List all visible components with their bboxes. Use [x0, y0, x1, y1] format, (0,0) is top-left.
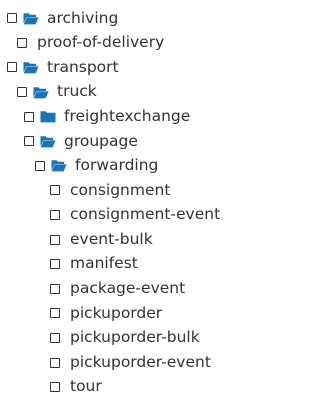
tree-item-truck[interactable]: truck	[0, 80, 269, 105]
tree-item-proof-of-delivery[interactable]: proof-of-delivery	[0, 31, 269, 56]
tree-item-label: archiving	[47, 8, 119, 27]
tree-item-pickuporder-bulk[interactable]: pickuporder-bulk	[0, 326, 269, 351]
tree-item-label: package-event	[70, 279, 186, 298]
tree-item-package-event[interactable]: package-event	[0, 277, 269, 302]
file-tree: archiving proof-of-delivery transport truck…	[0, 6, 269, 400]
tree-item-tour[interactable]: tour	[0, 375, 269, 400]
folder-open-icon	[23, 12, 39, 25]
checkbox[interactable]	[17, 37, 27, 48]
tree-item-label: transport	[47, 57, 119, 76]
tree-item-label: pickuporder-bulk	[70, 328, 200, 347]
checkbox[interactable]	[50, 259, 60, 270]
tree-item-label: event-bulk	[70, 229, 153, 248]
folder-closed-icon	[40, 110, 56, 123]
folder-open-icon	[51, 159, 67, 172]
checkbox[interactable]	[24, 111, 34, 122]
tree-item-manifest[interactable]: manifest	[0, 252, 269, 277]
tree-item-archiving[interactable]: archiving	[0, 6, 269, 31]
tree-item-label: pickuporder-event	[70, 352, 211, 371]
folder-open-icon	[33, 86, 49, 99]
tree-item-label: consignment	[70, 180, 171, 199]
tree-item-consignment-event[interactable]: consignment-event	[0, 203, 269, 228]
tree-item-transport[interactable]: transport	[0, 55, 269, 80]
tree-item-label: tour	[70, 377, 102, 396]
tree-item-consignment[interactable]: consignment	[0, 178, 269, 203]
tree-item-forwarding[interactable]: forwarding	[0, 154, 269, 179]
checkbox[interactable]	[7, 13, 17, 24]
tree-item-label: freightexchange	[64, 106, 191, 125]
checkbox[interactable]	[50, 357, 60, 368]
checkbox[interactable]	[50, 382, 60, 393]
checkbox[interactable]	[50, 283, 60, 294]
tree-item-label: groupage	[64, 131, 138, 150]
checkbox[interactable]	[50, 308, 60, 319]
tree-item-groupage[interactable]: groupage	[0, 129, 269, 154]
checkbox[interactable]	[17, 87, 27, 98]
tree-item-pickuporder[interactable]: pickuporder	[0, 301, 269, 326]
checkbox[interactable]	[50, 210, 60, 221]
tree-item-label: truck	[57, 82, 97, 101]
tree-item-label: consignment-event	[70, 205, 221, 224]
checkbox[interactable]	[7, 62, 17, 73]
checkbox[interactable]	[50, 234, 60, 245]
tree-item-label: pickuporder	[70, 303, 163, 322]
checkbox[interactable]	[24, 136, 34, 147]
tree-item-label: manifest	[70, 254, 138, 273]
tree-item-label: proof-of-delivery	[37, 33, 165, 52]
checkbox[interactable]	[50, 333, 60, 344]
checkbox[interactable]	[35, 160, 45, 171]
folder-open-icon	[23, 61, 39, 74]
tree-item-pickuporder-event[interactable]: pickuporder-event	[0, 350, 269, 375]
checkbox[interactable]	[50, 185, 60, 196]
tree-item-label: forwarding	[75, 156, 159, 175]
tree-item-freightexchange[interactable]: freightexchange	[0, 104, 269, 129]
folder-open-icon	[40, 135, 56, 148]
tree-item-event-bulk[interactable]: event-bulk	[0, 227, 269, 252]
